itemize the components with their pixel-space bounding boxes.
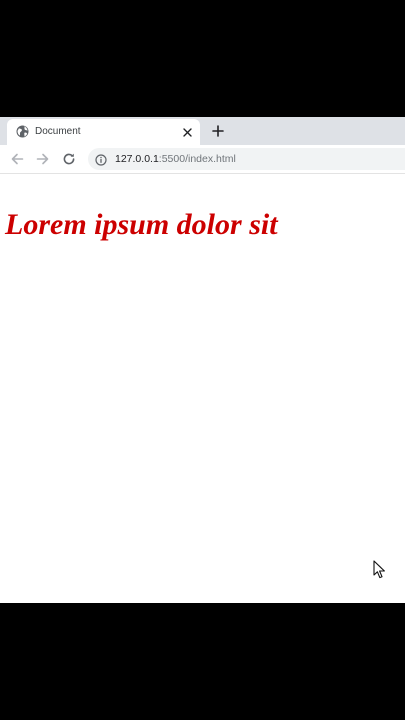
letterbox-top: [0, 0, 405, 117]
page-viewport: Lorem ipsum dolor sit: [0, 174, 405, 603]
url-text: 127.0.0.1:5500/index.html: [115, 152, 236, 166]
url-path: :5500/index.html: [158, 153, 236, 165]
plus-icon[interactable]: [210, 123, 226, 139]
arrow-right-icon[interactable]: [35, 151, 51, 167]
close-icon[interactable]: [179, 124, 195, 140]
tab-strip: Document: [0, 117, 405, 145]
toolbar: 127.0.0.1:5500/index.html: [0, 145, 405, 174]
reload-icon[interactable]: [61, 151, 77, 167]
mouse-pointer-icon: [373, 560, 386, 580]
info-icon[interactable]: [95, 153, 107, 166]
globe-icon: [16, 125, 29, 138]
browser-window: Document 127.0.0.1:5500/index.html Lorem…: [0, 117, 405, 603]
address-bar[interactable]: 127.0.0.1:5500/index.html: [88, 148, 405, 170]
tab-title: Document: [35, 126, 81, 137]
letterbox-bottom: [0, 603, 405, 720]
page-heading: Lorem ipsum dolor sit: [5, 208, 278, 241]
tab-document[interactable]: Document: [7, 119, 200, 145]
arrow-left-icon[interactable]: [9, 151, 25, 167]
url-host: 127.0.0.1: [115, 153, 159, 165]
